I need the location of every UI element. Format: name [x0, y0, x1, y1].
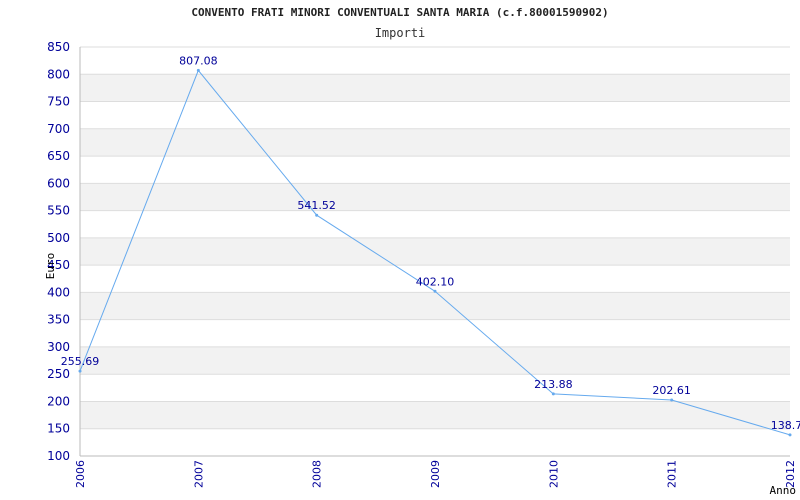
y-tick-labels: 1001502002503003504004505005506006507007… — [47, 40, 70, 463]
x-tick-label: 2009 — [429, 460, 442, 488]
data-label: 402.10 — [416, 275, 455, 288]
data-point — [78, 369, 82, 373]
y-tick-label: 850 — [47, 40, 70, 54]
x-tick-label: 2011 — [666, 460, 679, 488]
y-tick-label: 300 — [47, 340, 70, 354]
data-label: 807.08 — [179, 54, 218, 67]
y-tick-label: 150 — [47, 422, 70, 436]
line-chart: 1001502002503003504004505005506006507007… — [44, 40, 800, 497]
data-point — [551, 392, 555, 396]
data-label: 255.69 — [61, 355, 100, 368]
data-label: 202.61 — [652, 384, 691, 397]
x-tick-label: 2010 — [547, 460, 560, 488]
plot-band — [80, 183, 790, 211]
y-tick-label: 650 — [47, 149, 70, 163]
y-tick-label: 700 — [47, 122, 70, 136]
data-label: 138.76 — [771, 419, 800, 432]
plot-band — [80, 292, 790, 320]
plot-band — [80, 74, 790, 102]
y-tick-label: 200 — [47, 394, 70, 408]
y-tick-label: 750 — [47, 95, 70, 109]
plot-band — [80, 346, 790, 375]
y-tick-label: 250 — [47, 367, 70, 381]
y-axis-label: Euro — [44, 253, 57, 280]
data-point — [433, 289, 437, 293]
x-tick-label: 2006 — [74, 460, 87, 488]
data-label: 213.88 — [534, 378, 573, 391]
data-label: 541.52 — [297, 199, 336, 212]
y-tick-label: 550 — [47, 204, 70, 218]
y-tick-label: 600 — [47, 176, 70, 190]
plot-band — [80, 128, 790, 157]
plot-band — [80, 401, 790, 429]
data-point — [788, 433, 792, 437]
plot-band — [80, 237, 790, 266]
plot-bands — [80, 74, 790, 429]
y-tick-label: 500 — [47, 231, 70, 245]
x-tick-label: 2007 — [192, 460, 205, 488]
y-tick-label: 350 — [47, 313, 70, 327]
x-axis-label: Anno — [770, 484, 797, 497]
y-tick-label: 400 — [47, 285, 70, 299]
y-tick-label: 800 — [47, 67, 70, 81]
data-point — [670, 398, 674, 402]
data-point — [315, 213, 319, 217]
data-point — [196, 68, 200, 72]
y-tick-label: 100 — [47, 449, 70, 463]
x-tick-label: 2008 — [311, 460, 324, 488]
x-tick-labels: 2006 2007 2008 2009 2010 2011 2012 — [74, 460, 797, 488]
